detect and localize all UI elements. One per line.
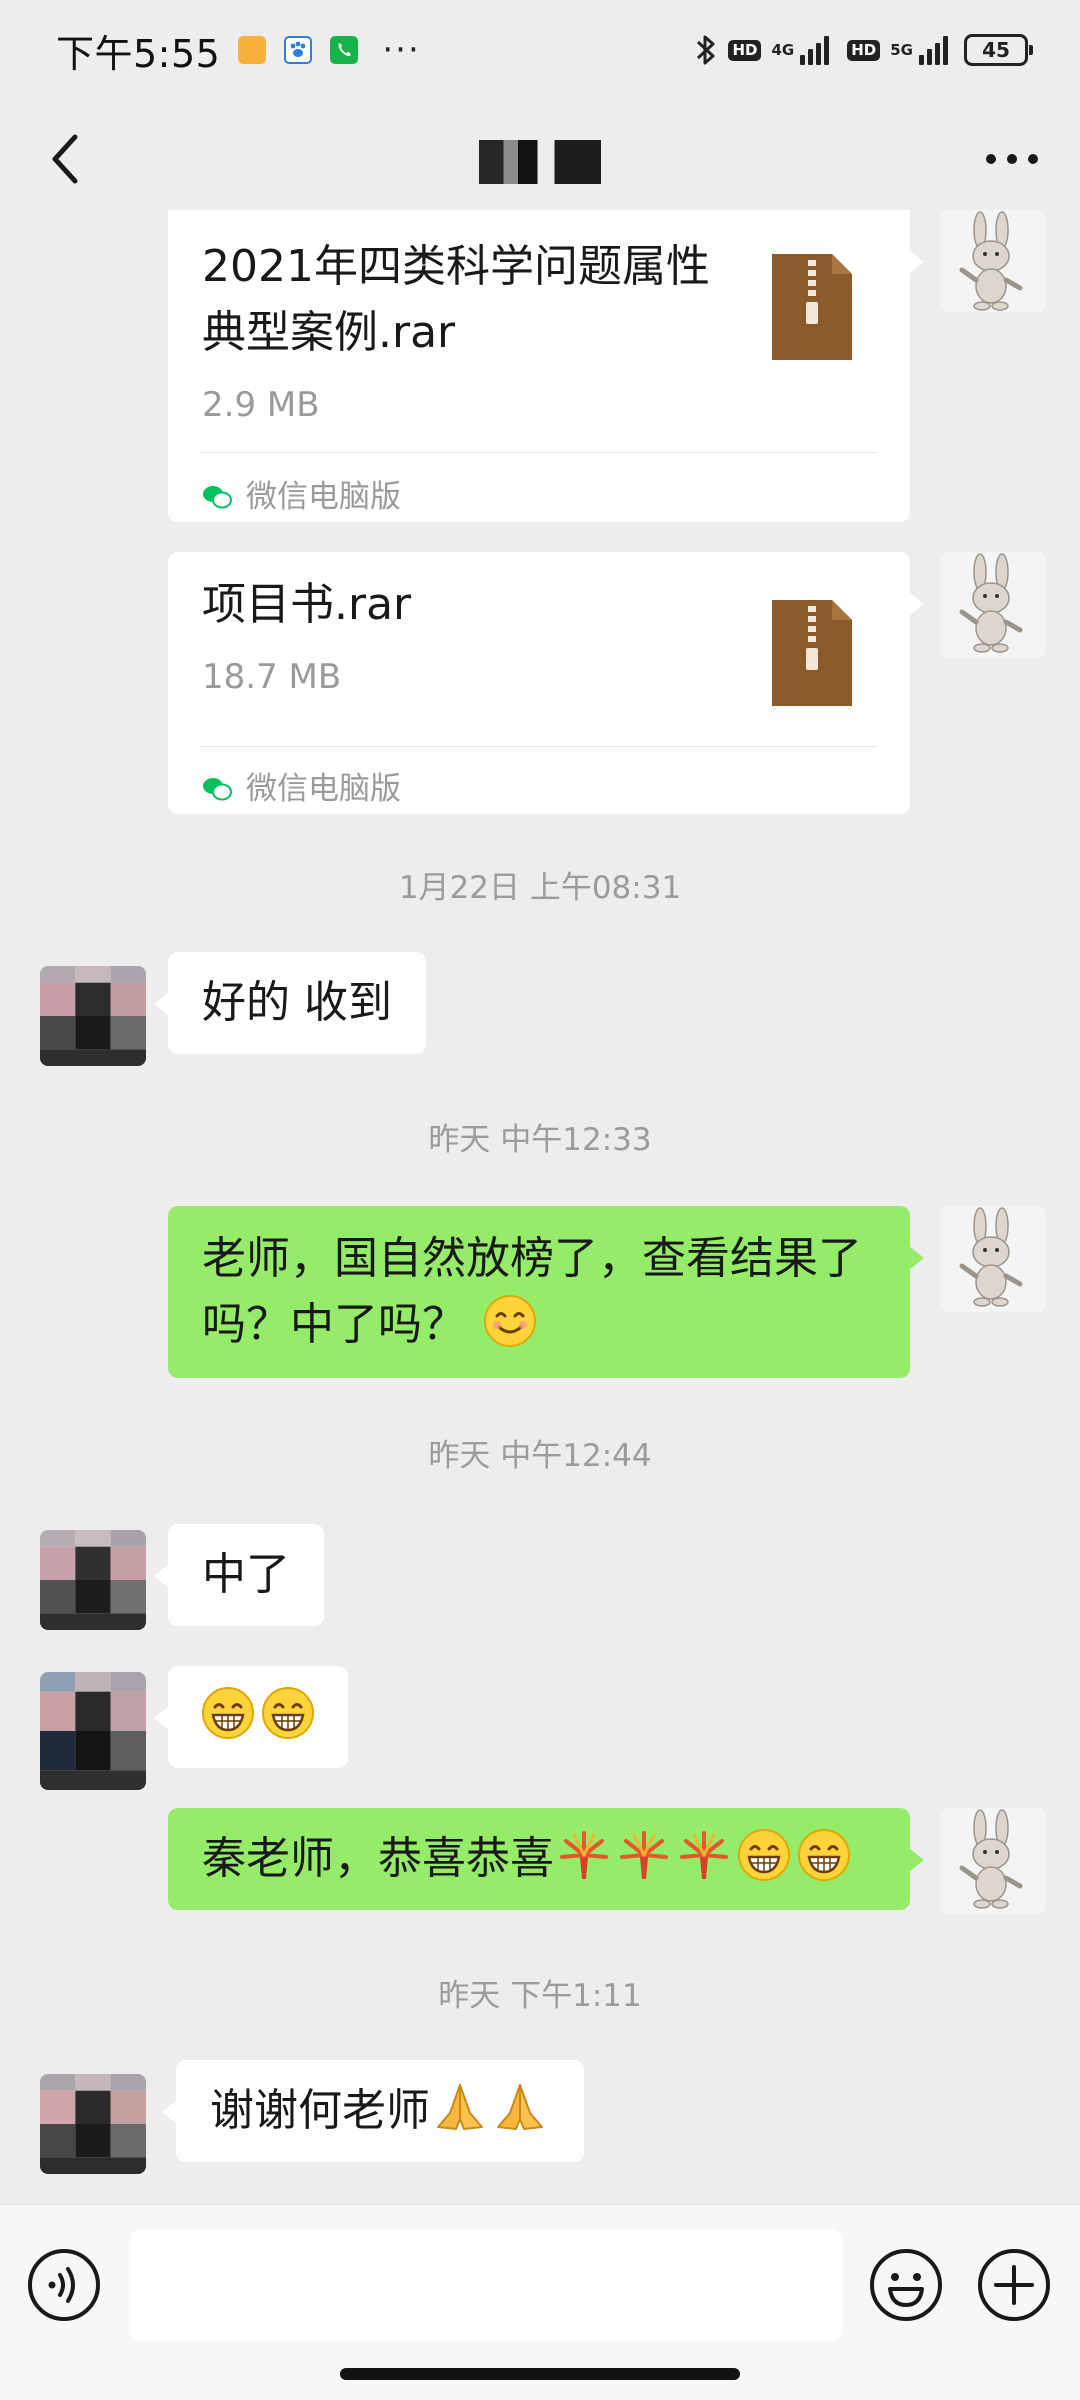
emoji-grin-group [198,1687,318,1742]
hd-badge-1: HD [728,39,762,61]
voice-icon [28,2249,100,2321]
grin-emoji-icon [262,1687,314,1739]
message-bubble-received[interactable]: 中了 [154,1524,324,1626]
file-source: 微信电脑版 [202,464,401,530]
chat-title-pixelated [479,140,601,184]
emoji-group [554,1829,854,1884]
wechat-icon [203,486,232,509]
status-indicators: HD 4G HD 5G 45 [694,32,1033,68]
status-bar: 下午5:55 ··· HD 4G HD 5G 45 [0,0,1080,100]
file-source-label: 微信电脑版 [246,479,401,515]
network-type-2: 5G [890,40,913,59]
pixelated-avatar-icon [40,966,146,1066]
battery-icon: 45 [964,34,1033,66]
message-bubble-received[interactable]: 好的 收到 [154,952,426,1054]
avatar-contact[interactable] [40,1672,146,1790]
avatar-contact[interactable] [40,966,146,1066]
phone-notification-icon [330,36,359,64]
folder-notification-icon [238,36,267,64]
firework-emoji-icon [680,1831,728,1879]
avatar-self[interactable] [940,210,1046,312]
timestamp: 昨天 中午12:33 [428,1122,652,1158]
message-input[interactable] [130,2229,842,2341]
bluetooth-icon [697,35,715,65]
emoji-button[interactable] [868,2247,944,2323]
more-actions-button[interactable] [976,2247,1052,2323]
ellipsis-icon [986,154,1038,164]
chat-header [0,100,1080,218]
file-message[interactable]: 项目书.rar 18.7 MB 微信电脑版 [168,552,924,814]
file-size: 2.9 MB [202,385,320,425]
file-source-label: 微信电脑版 [246,771,401,807]
message-text: 秦老师，恭喜恭喜 [202,1833,554,1884]
paw-notification-icon [284,36,313,64]
file-name: 项目书.rar [202,579,412,630]
pixelated-avatar-icon [40,2074,146,2174]
hd-badge-2: HD [847,39,881,61]
rabbit-avatar-icon [940,1206,1046,1312]
battery-level: 45 [982,38,1010,62]
message-text: 中了 [202,1549,290,1600]
avatar-self[interactable] [940,1206,1046,1312]
message-bubble-received[interactable]: 谢谢何老师 [162,2060,584,2162]
rabbit-avatar-icon [940,552,1046,658]
file-message[interactable]: 2021年四类科学问题属性典型案例.rar 2.9 MB 微信电脑版 [168,210,924,522]
grin-emoji-icon [798,1829,850,1881]
chevron-left-icon [52,134,78,184]
zip-file-icon [772,254,852,360]
message-bubble-received[interactable] [154,1666,348,1768]
message-text: 谢谢何老师 [210,2085,430,2136]
signal-bars-2-icon [919,35,948,65]
message-text: 好的 收到 [202,977,392,1028]
more-notifications-icon: ··· [382,30,421,70]
home-indicator[interactable] [340,2368,740,2380]
zip-file-icon [772,600,852,706]
back-button[interactable] [30,124,100,194]
rabbit-avatar-icon [940,1808,1046,1914]
file-source: 微信电脑版 [202,756,401,822]
timestamp: 昨天 中午12:44 [428,1438,652,1474]
wechat-icon [203,778,232,801]
pixelated-avatar-icon [40,1530,146,1630]
avatar-contact[interactable] [40,2074,146,2174]
voice-button[interactable] [26,2247,102,2323]
message-bubble-sent[interactable]: 老师，国自然放榜了，查看结果了吗？中了吗？ [168,1206,924,1378]
divider [200,452,878,453]
rabbit-avatar-icon [940,210,1046,312]
message-bubble-sent[interactable]: 秦老师，恭喜恭喜 [168,1808,924,1910]
divider [200,746,878,747]
network-label-2: 5G [890,40,913,59]
emoji-group [430,2084,550,2136]
smiley-icon [870,2249,942,2321]
status-time: 下午5:55 [56,31,221,76]
firework-emoji-icon [620,1831,668,1879]
grin-emoji-icon [738,1829,790,1881]
pray-hands-emoji-icon [437,2084,483,2130]
timestamp: 昨天 下午1:11 [438,1978,642,2014]
pray-hands-emoji-icon [497,2084,543,2130]
more-button[interactable] [972,124,1052,194]
grin-emoji-icon [202,1687,254,1739]
avatar-self[interactable] [940,552,1046,658]
firework-emoji-icon [560,1831,608,1879]
notification-icons: ··· [238,33,420,67]
plus-icon [978,2249,1050,2321]
avatar-contact[interactable] [40,1530,146,1630]
timestamp: 1月22日 上午08:31 [398,870,682,906]
pixelated-avatar-icon [40,1672,146,1790]
signal-bars-1-icon [800,35,830,65]
smile-emoji-icon [484,1295,536,1347]
avatar-self[interactable] [940,1808,1046,1914]
file-name: 2021年四类科学问题属性典型案例.rar [202,241,710,358]
network-label-1: 4G [771,40,795,59]
network-type-1: 4G [771,40,795,59]
